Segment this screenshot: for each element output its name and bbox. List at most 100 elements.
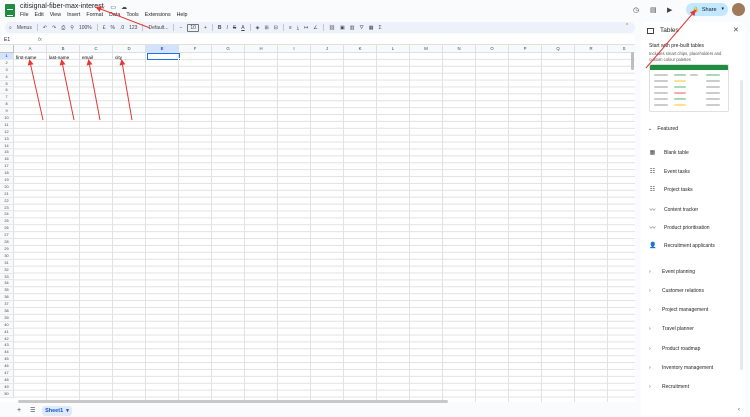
row-header-18[interactable]: 18 [0, 170, 14, 178]
category-recruitment[interactable]: › Recruitment [649, 384, 689, 390]
chevron-down-icon[interactable]: ▾ [66, 408, 69, 414]
functions-icon[interactable]: Σ [378, 25, 381, 31]
text-rotation-icon[interactable]: ∠ [313, 25, 317, 31]
column-header-c[interactable]: C [80, 45, 113, 53]
fill-color-icon[interactable]: ◈ [256, 25, 260, 31]
menu-edit[interactable]: Edit [35, 12, 44, 18]
collapse-toolbar-icon[interactable]: ⌃ [625, 23, 629, 29]
category-product-roadmap[interactable]: › Product roadmap [649, 346, 700, 352]
cell-b1[interactable]: last-name [49, 55, 69, 60]
column-header-m[interactable]: M [410, 45, 443, 53]
decrease-decimal-icon[interactable]: .0 [120, 25, 124, 31]
row-header-11[interactable]: 11 [0, 121, 14, 129]
search-menus-icon[interactable]: ⌕ [9, 25, 12, 31]
avatar[interactable] [732, 3, 745, 16]
menu-view[interactable]: View [50, 12, 61, 18]
column-header-l[interactable]: L [377, 45, 410, 53]
cell-a1[interactable]: first-name [16, 55, 36, 60]
column-header-p[interactable]: P [509, 45, 542, 53]
horizontal-scrollbar[interactable] [18, 400, 448, 403]
sheets-logo-icon[interactable] [5, 4, 15, 17]
all-sheets-icon[interactable]: ☰ [30, 407, 35, 414]
row-header-38[interactable]: 38 [0, 307, 14, 315]
filter-views-icon[interactable]: ▦ [369, 25, 374, 31]
column-header-b[interactable]: B [47, 45, 80, 53]
category-inventory-management[interactable]: › Inventory management [649, 365, 713, 371]
column-header-k[interactable]: K [344, 45, 377, 53]
print-icon[interactable]: ⎙ [61, 25, 65, 31]
column-header-o[interactable]: O [476, 45, 509, 53]
cloud-status-icon[interactable]: ☁ [121, 4, 127, 11]
row-header-30[interactable]: 30 [0, 252, 14, 260]
row-header-23[interactable]: 23 [0, 204, 14, 212]
comments-icon[interactable]: ▤ [650, 6, 657, 14]
font-size-decrease-icon[interactable]: − [179, 25, 182, 31]
star-icon[interactable]: ☆ [100, 4, 105, 11]
font-size-increase-icon[interactable]: + [204, 25, 207, 31]
chevron-left-icon[interactable]: ‹ [738, 407, 740, 413]
cells-area[interactable] [14, 53, 635, 402]
more-formats-button[interactable]: 123 [129, 25, 137, 31]
menu-tools[interactable]: Tools [126, 12, 138, 18]
template-project-tasks[interactable]: ☷ Project tasks [649, 186, 693, 194]
add-sheet-icon[interactable]: + [17, 407, 21, 414]
row-header-12[interactable]: 12 [0, 128, 14, 136]
close-icon[interactable]: ✕ [733, 26, 739, 34]
filter-icon[interactable]: ⛛ [360, 25, 364, 31]
row-header-49[interactable]: 49 [0, 383, 14, 391]
column-header-n[interactable]: N [443, 45, 476, 53]
column-header-j[interactable]: J [311, 45, 344, 53]
row-header-35[interactable]: 35 [0, 287, 14, 295]
row-header-31[interactable]: 31 [0, 259, 14, 267]
row-header-26[interactable]: 26 [0, 225, 14, 233]
row-header-15[interactable]: 15 [0, 149, 14, 157]
vertical-align-icon[interactable]: ⤓ [297, 25, 299, 31]
share-dropdown-icon[interactable]: ▾ [721, 6, 724, 12]
meet-icon[interactable]: ▶ [667, 6, 672, 14]
row-header-5[interactable]: 5 [0, 80, 14, 88]
promo-preview-image[interactable] [649, 64, 729, 112]
row-header-21[interactable]: 21 [0, 190, 14, 198]
currency-format-button[interactable]: £ [103, 25, 106, 31]
menu-help[interactable]: Help [177, 12, 188, 18]
spreadsheet-grid[interactable]: ABCDEFGHIJKLMNOPQRS 1 2 3 4 5 6 7 8 9 10 11 12 13 14 1… [0, 45, 635, 402]
redo-icon[interactable]: ↷ [52, 25, 56, 31]
row-header-46[interactable]: 46 [0, 363, 14, 370]
row-header-42[interactable]: 42 [0, 335, 14, 343]
row-header-47[interactable]: 47 [0, 369, 14, 377]
text-color-icon[interactable]: A [241, 25, 244, 31]
template-event-tasks[interactable]: ☷ Event tasks [649, 168, 690, 176]
row-header-45[interactable]: 45 [0, 356, 14, 364]
paint-format-icon[interactable]: ⚲ [70, 25, 74, 31]
row-header-28[interactable]: 28 [0, 239, 14, 246]
category-project-management[interactable]: › Project management [649, 307, 708, 313]
category-event-planning[interactable]: › Event planning [649, 269, 695, 275]
horizontal-align-icon[interactable]: ≡ [289, 25, 292, 31]
insert-comment-icon[interactable]: ▣ [340, 25, 345, 31]
share-button[interactable]: 🔒 Share ▾ [686, 3, 728, 16]
row-header-39[interactable]: 39 [0, 314, 14, 322]
column-header-f[interactable]: F [179, 45, 212, 53]
merge-cells-icon[interactable]: ⊟ [274, 25, 278, 31]
row-header-36[interactable]: 36 [0, 294, 14, 302]
row-header-20[interactable]: 20 [0, 183, 14, 191]
cell-d1[interactable]: city [115, 55, 122, 60]
row-header-3[interactable]: 3 [0, 66, 14, 74]
row-header-32[interactable]: 32 [0, 266, 14, 274]
row-header-22[interactable]: 22 [0, 197, 14, 205]
move-folder-icon[interactable]: ▭ [110, 4, 116, 11]
selected-cell-e1[interactable] [147, 53, 180, 60]
select-all-corner[interactable] [0, 45, 14, 53]
row-header-13[interactable]: 13 [0, 135, 14, 143]
menu-file[interactable]: File [20, 12, 29, 18]
name-box[interactable]: E1 [4, 37, 32, 43]
row-header-10[interactable]: 10 [0, 115, 14, 122]
cell-c1[interactable]: email [82, 55, 93, 60]
row-header-8[interactable]: 8 [0, 101, 14, 109]
row-header-6[interactable]: 6 [0, 87, 14, 95]
column-header-e[interactable]: E [146, 45, 179, 53]
row-header-48[interactable]: 48 [0, 376, 14, 384]
row-header-29[interactable]: 29 [0, 245, 14, 253]
category-travel-planner[interactable]: › Travel planner [649, 326, 694, 332]
insert-chart-icon[interactable]: ▥ [350, 25, 355, 31]
